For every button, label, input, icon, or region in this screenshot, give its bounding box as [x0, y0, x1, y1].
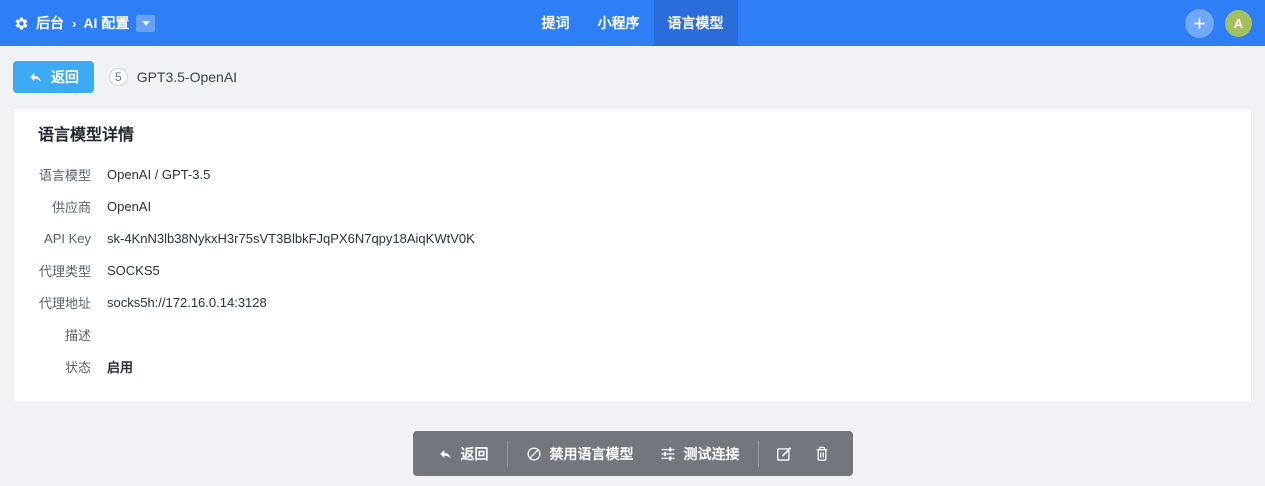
field-label: 代理类型	[38, 263, 91, 279]
status-value: 启用	[107, 359, 134, 375]
field-row-status: 状态 启用	[38, 350, 1227, 382]
page-title: 语言模型详情	[38, 127, 135, 144]
back-button-label: 返回	[51, 69, 79, 85]
field-value: socks5h://172.16.0.14:3128	[107, 294, 267, 310]
disable-model-button[interactable]: 禁用语言模型	[513, 431, 647, 476]
breadcrumb-dropdown-button[interactable]	[136, 14, 156, 32]
back-button[interactable]: 返回	[13, 61, 94, 93]
field-value: OpenAI / GPT-3.5	[107, 166, 211, 182]
field-label: 代理地址	[38, 295, 91, 311]
add-button[interactable]	[1185, 8, 1214, 38]
back-arrow-icon	[438, 447, 453, 461]
top-header: 后台 › AI 配置 提词 小程序 语言模型 A	[0, 0, 1265, 46]
field-row-proxy-type: 代理类型 SOCKS5	[38, 254, 1227, 286]
back-arrow-icon	[28, 70, 43, 84]
sliders-icon	[660, 446, 676, 462]
footer-back-button[interactable]: 返回	[425, 431, 502, 476]
plus-icon	[1192, 16, 1207, 31]
field-row-provider: 供应商 OpenAI	[38, 190, 1227, 222]
edit-icon	[775, 445, 792, 462]
field-label: API Key	[44, 230, 91, 246]
header-actions: A	[1185, 0, 1252, 46]
avatar[interactable]: A	[1225, 9, 1252, 37]
disable-model-label: 禁用语言模型	[549, 445, 634, 462]
record-bar: 返回 5 GPT3.5-OpenAI	[0, 46, 1265, 108]
detail-card: 语言模型详情 语言模型 OpenAI / GPT-3.5 供应商 OpenAI …	[13, 108, 1252, 403]
tab-miniprogram[interactable]: 小程序	[584, 0, 654, 46]
field-row-proxy-address: 代理地址 socks5h://172.16.0.14:3128	[38, 286, 1227, 318]
tab-prompts[interactable]: 提词	[528, 0, 584, 46]
main-nav: 提词 小程序 语言模型	[528, 0, 738, 46]
ban-icon	[526, 446, 542, 462]
record-title: GPT3.5-OpenAI	[136, 69, 238, 85]
field-label: 语言模型	[38, 167, 91, 183]
breadcrumb-home[interactable]: 后台	[36, 13, 64, 33]
field-row-model: 语言模型 OpenAI / GPT-3.5	[38, 158, 1227, 190]
field-label: 描述	[64, 327, 91, 343]
test-connection-button[interactable]: 测试连接	[647, 431, 753, 476]
field-label: 状态	[64, 359, 91, 375]
breadcrumb-separator: ›	[72, 15, 77, 31]
field-value: SOCKS5	[107, 262, 160, 278]
field-list: 语言模型 OpenAI / GPT-3.5 供应商 OpenAI API Key…	[38, 158, 1227, 382]
field-row-api-key: API Key sk-4KnN3lb38NykxH3r75sVT3BlbkFJq…	[38, 222, 1227, 254]
test-connection-label: 测试连接	[683, 445, 740, 462]
field-value: sk-4KnN3lb38NykxH3r75sVT3BlbkFJqPX6N7qpy…	[107, 230, 475, 246]
chevron-down-icon	[141, 20, 150, 26]
field-row-description: 描述	[38, 318, 1227, 350]
toolbar-divider	[506, 440, 508, 467]
action-toolbar: 返回 禁用语言模型 测试连接	[412, 431, 853, 476]
gear-icon[interactable]	[14, 16, 29, 31]
trash-icon	[814, 445, 830, 462]
footer-back-label: 返回	[460, 445, 489, 462]
breadcrumb: 后台 › AI 配置	[0, 13, 156, 33]
edit-button[interactable]	[764, 431, 803, 476]
breadcrumb-current[interactable]: AI 配置	[83, 13, 129, 33]
tab-language-models[interactable]: 语言模型	[653, 0, 738, 46]
field-label: 供应商	[51, 199, 91, 215]
delete-button[interactable]	[803, 431, 841, 476]
toolbar-divider	[757, 440, 759, 467]
field-value: OpenAI	[107, 198, 152, 214]
record-id-badge: 5	[109, 68, 128, 86]
